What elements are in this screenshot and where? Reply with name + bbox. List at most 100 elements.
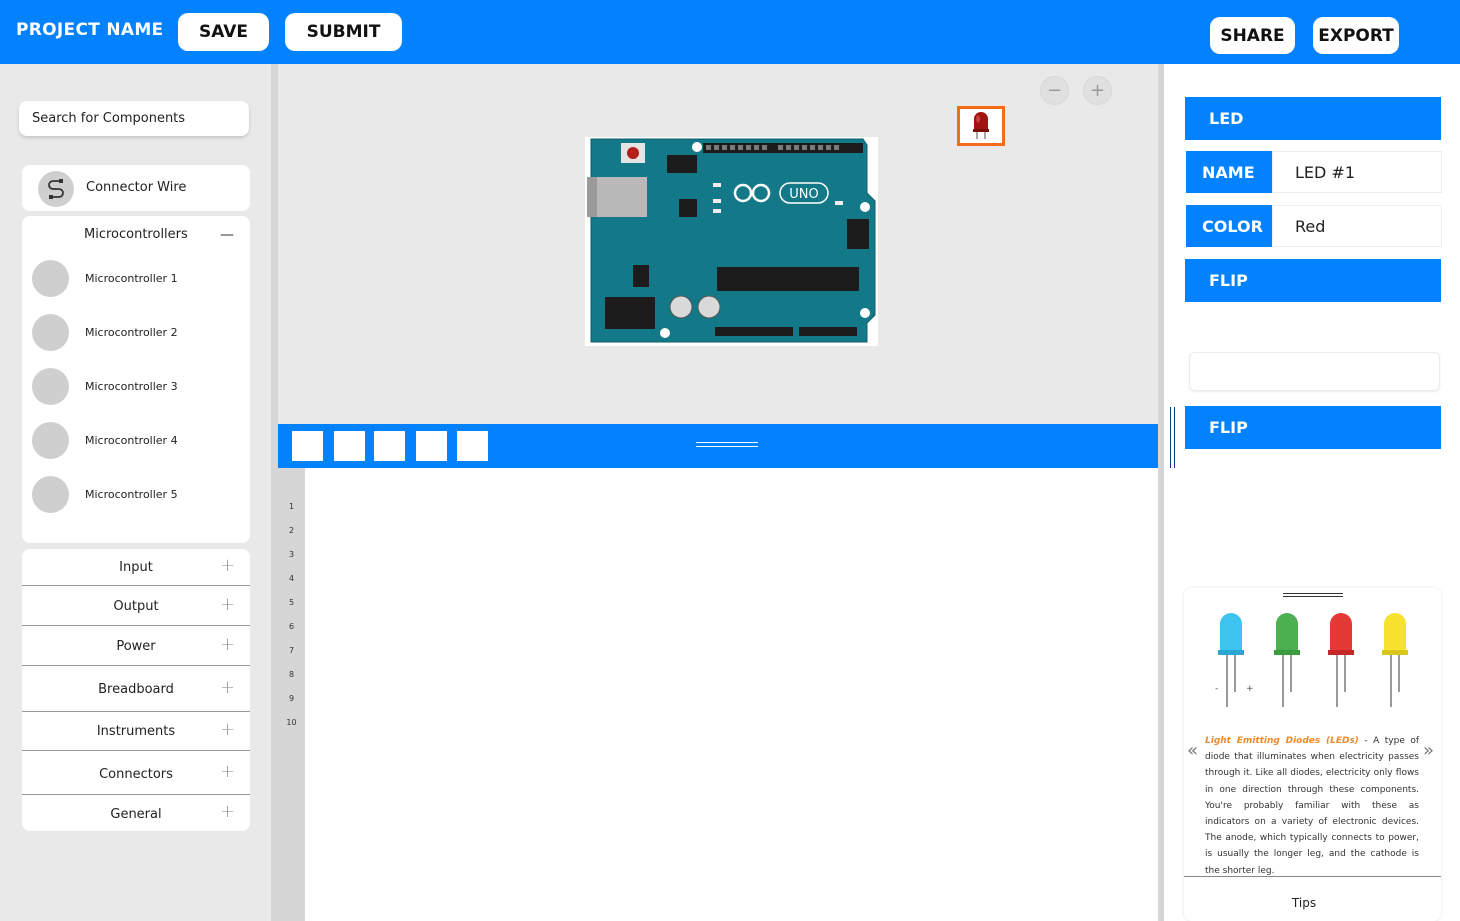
microcontroller-thumbnail [32, 260, 69, 297]
divider [1184, 876, 1441, 877]
line-number: 8 [288, 670, 295, 679]
expand-icon[interactable]: + [220, 677, 235, 698]
category-input[interactable]: Input + [22, 549, 250, 586]
expand-icon[interactable]: + [220, 801, 235, 822]
red-led-icon [973, 112, 989, 139]
toolbar-button[interactable] [334, 431, 365, 461]
line-number: 6 [288, 622, 295, 631]
zoom-out-button[interactable]: − [1040, 76, 1069, 105]
svg-text:UNO: UNO [789, 187, 818, 202]
line-number: 2 [288, 526, 295, 535]
yellow-led-icon [1382, 613, 1408, 707]
microcontroller-item[interactable]: Microcontroller 5 [32, 476, 242, 514]
category-power[interactable]: Power + [22, 626, 250, 666]
microcontroller-label: Microcontroller 5 [85, 488, 178, 501]
category-label: Breadboard [98, 682, 174, 697]
led-illustration [1218, 613, 1408, 707]
line-number: 1 [288, 502, 295, 511]
expand-icon[interactable]: + [220, 555, 235, 576]
top-bar: PROJECT NAME SAVE SUBMIT SHARE EXPORT [0, 0, 1460, 64]
component-search-input[interactable]: Search for Components [19, 101, 249, 136]
project-name[interactable]: PROJECT NAME [16, 20, 163, 40]
green-led-icon [1274, 613, 1300, 707]
microcontroller-label: Microcontroller 1 [85, 272, 178, 285]
microcontroller-item[interactable]: Microcontroller 3 [32, 368, 242, 406]
microcontroller-label: Microcontroller 4 [85, 434, 178, 447]
line-number: 4 [288, 574, 295, 583]
toolbar-button[interactable] [292, 431, 323, 461]
prev-arrow-icon[interactable]: « [1187, 740, 1198, 761]
info-drag-handle[interactable] [1283, 593, 1343, 597]
expand-icon[interactable]: + [220, 634, 235, 655]
selected-led-component[interactable] [957, 106, 1005, 146]
info-description: Light Emitting Diodes (LEDs) - A type of… [1205, 733, 1419, 879]
collapse-icon[interactable]: — [220, 227, 234, 243]
name-field[interactable]: LED #1 [1272, 151, 1442, 193]
category-label: Output [113, 599, 159, 614]
left-panel-resizer[interactable] [271, 64, 278, 921]
save-button[interactable]: SAVE [178, 13, 269, 51]
connector-wire-label: Connector Wire [86, 180, 187, 195]
microcontroller-thumbnail [32, 368, 69, 405]
connector-wire-icon [38, 171, 74, 207]
flip-button-secondary[interactable]: FLIP [1185, 406, 1441, 449]
category-general[interactable]: General + [22, 795, 250, 831]
code-panel-toolbar [278, 424, 1158, 468]
microcontroller-thumbnail [32, 422, 69, 459]
tips-tab[interactable]: Tips [1184, 896, 1424, 910]
component-title: LED [1185, 97, 1441, 140]
info-body: - A type of diode that illuminates when … [1205, 736, 1419, 876]
microcontroller-thumbnail [32, 314, 69, 351]
zoom-in-button[interactable]: + [1083, 76, 1112, 105]
microcontrollers-section: Microcontrollers — Microcontroller 1 Mic… [22, 216, 250, 543]
category-connectors[interactable]: Connectors + [22, 751, 250, 795]
category-output[interactable]: Output + [22, 586, 250, 626]
category-instruments[interactable]: Instruments + [22, 712, 250, 751]
color-label: COLOR [1186, 205, 1272, 247]
connector-wire-item[interactable]: Connector Wire [22, 165, 250, 211]
microcontroller-item[interactable]: Microcontroller 4 [32, 422, 242, 460]
blank-input[interactable] [1189, 352, 1440, 391]
arduino-uno-board[interactable]: UNO [585, 137, 878, 346]
expand-icon[interactable]: + [220, 594, 235, 615]
line-number-gutter: 1 2 3 4 5 6 7 8 9 10 [278, 468, 305, 921]
microcontrollers-title[interactable]: Microcontrollers [84, 227, 188, 242]
category-label: Input [119, 560, 153, 575]
category-label: Power [116, 639, 156, 654]
red-led-icon [1328, 613, 1354, 707]
microcontroller-thumbnail [32, 476, 69, 513]
export-button[interactable]: EXPORT [1313, 17, 1399, 54]
share-button[interactable]: SHARE [1210, 17, 1295, 54]
info-term: Light Emitting Diodes (LEDs) [1205, 736, 1359, 746]
blue-led-icon [1218, 613, 1244, 707]
category-label: General [110, 807, 162, 822]
color-field[interactable]: Red [1272, 205, 1442, 247]
next-arrow-icon[interactable]: » [1423, 740, 1434, 761]
plus-sign: + [1246, 684, 1254, 694]
panel-resize-handle[interactable] [1170, 407, 1175, 468]
toolbar-button[interactable] [457, 431, 488, 461]
line-number: 9 [288, 694, 295, 703]
flip-button[interactable]: FLIP [1185, 259, 1441, 302]
category-breadboard[interactable]: Breadboard + [22, 666, 250, 712]
line-number: 7 [288, 646, 295, 655]
category-label: Instruments [96, 724, 176, 739]
expand-icon[interactable]: + [220, 719, 235, 740]
expand-icon[interactable]: + [220, 761, 235, 782]
line-number: 10 [286, 718, 297, 727]
submit-button[interactable]: SUBMIT [285, 13, 402, 51]
toolbar-button[interactable] [416, 431, 447, 461]
panel-drag-handle[interactable] [696, 442, 758, 447]
microcontroller-item[interactable]: Microcontroller 2 [32, 314, 242, 352]
microcontroller-label: Microcontroller 2 [85, 326, 178, 339]
code-editor[interactable] [305, 468, 1158, 921]
line-number: 3 [288, 550, 295, 559]
component-info-card: - + « » Light Emitting Diodes (LEDs) - A… [1184, 588, 1441, 921]
toolbar-button[interactable] [374, 431, 405, 461]
circuit-canvas[interactable]: − + UNO [278, 64, 1158, 424]
microcontroller-label: Microcontroller 3 [85, 380, 178, 393]
minus-sign: - [1215, 684, 1219, 694]
microcontroller-item[interactable]: Microcontroller 1 [32, 260, 242, 298]
name-label: NAME [1186, 151, 1272, 193]
component-categories: Input + Output + Power + Breadboard + In… [22, 549, 250, 831]
